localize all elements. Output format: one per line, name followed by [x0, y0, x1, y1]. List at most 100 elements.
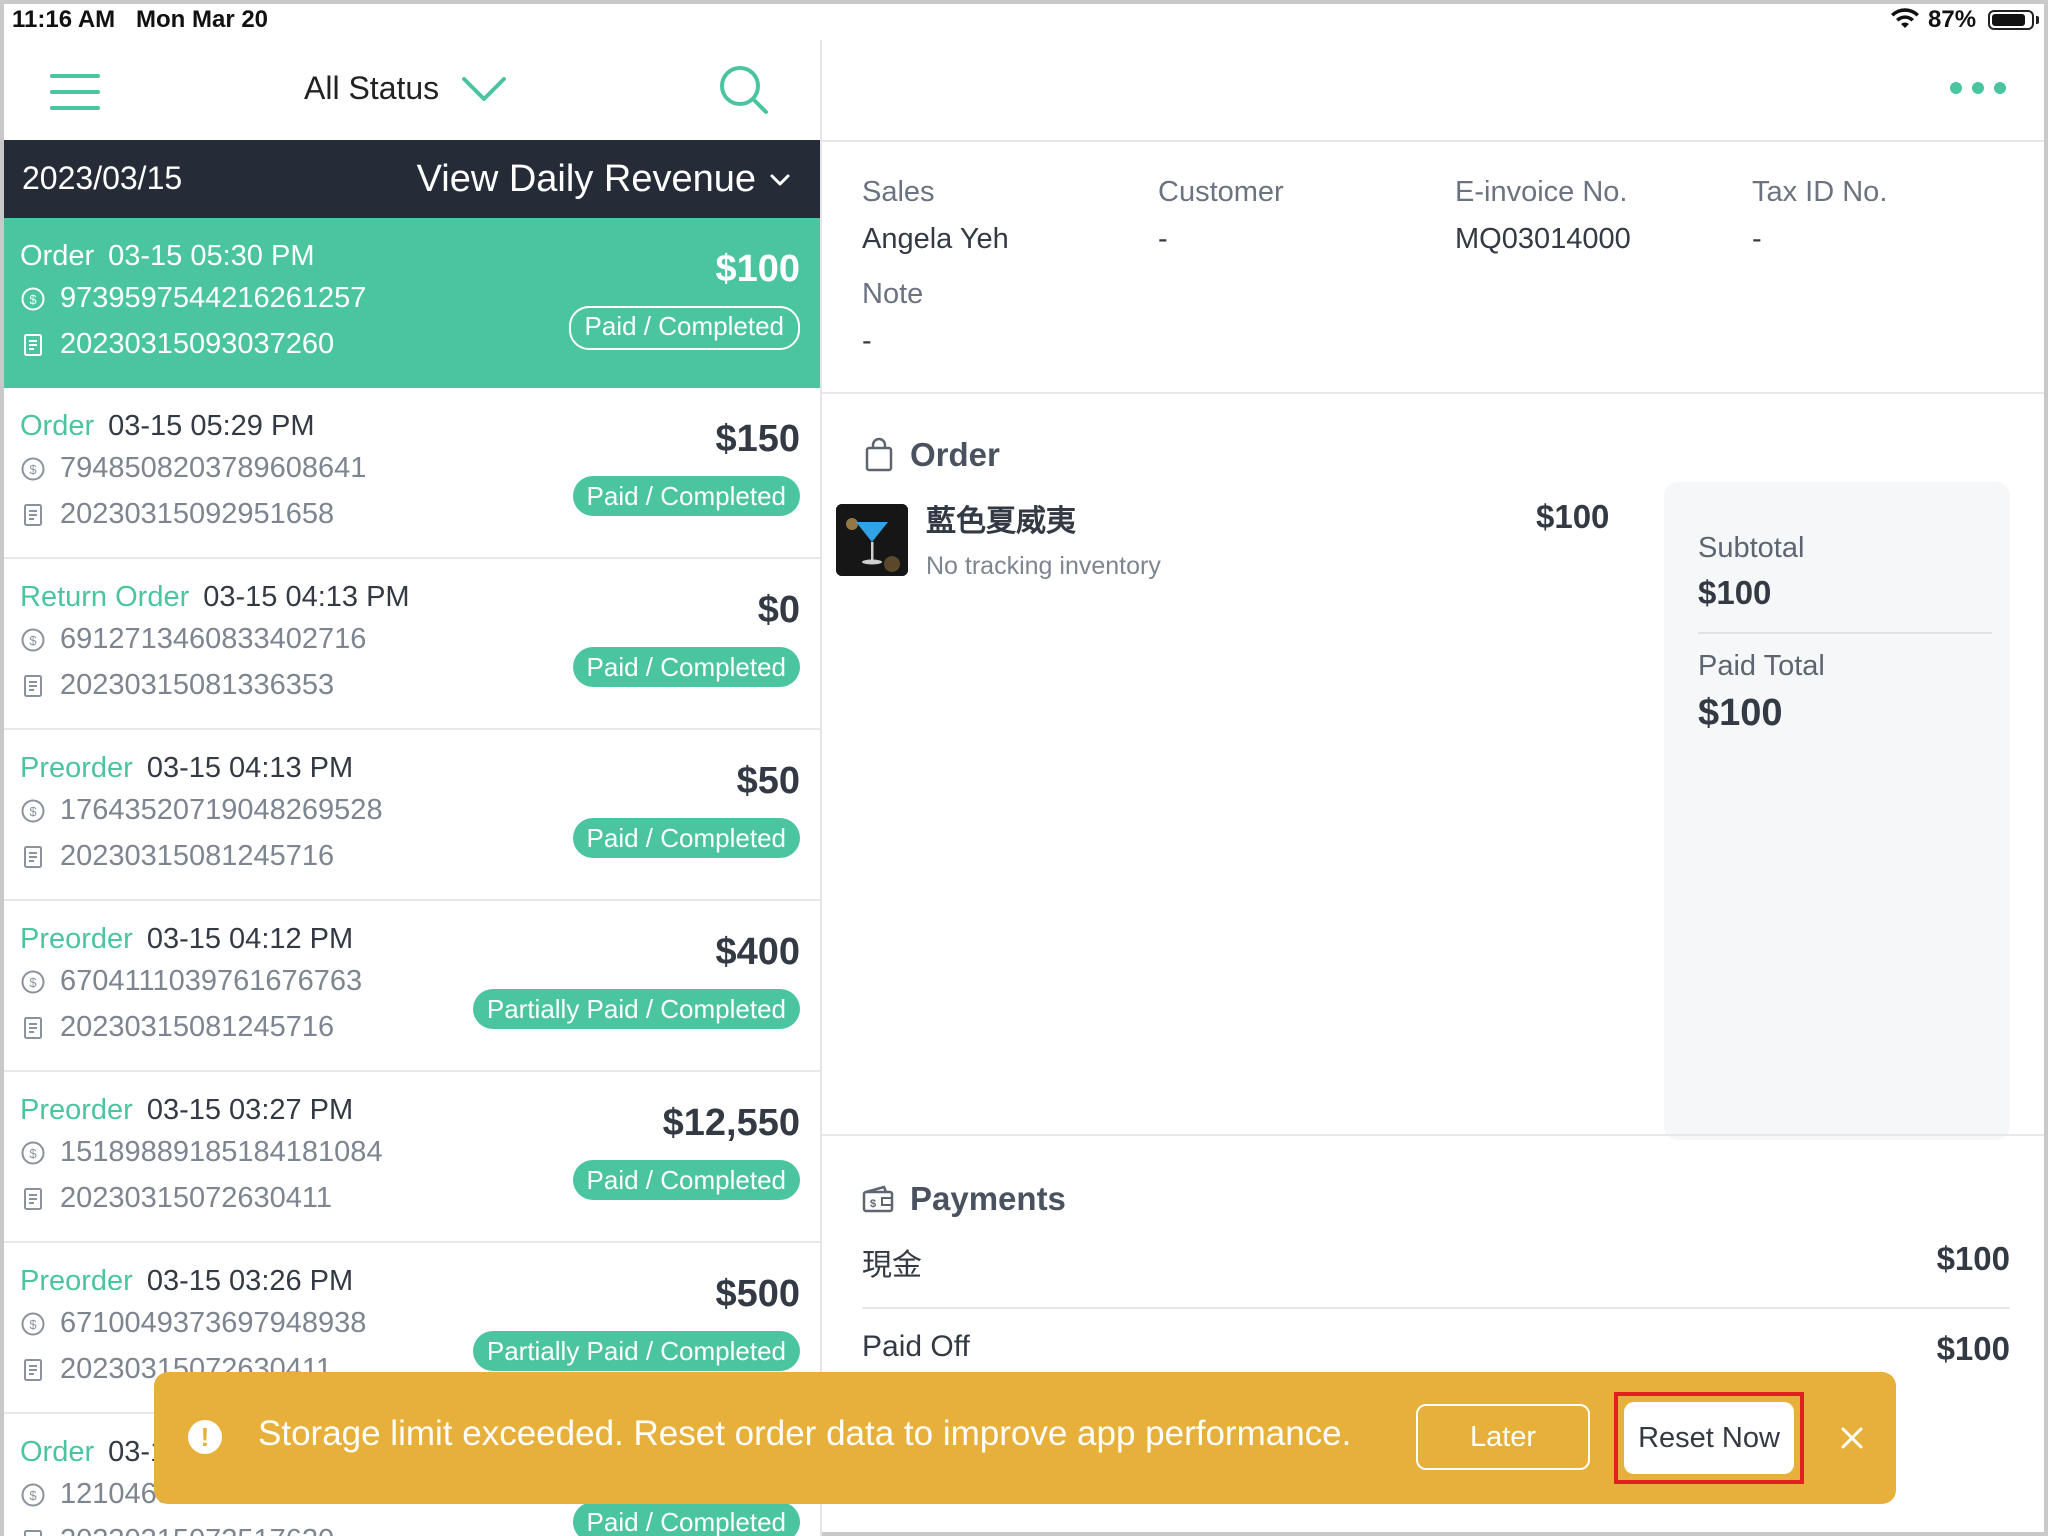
close-icon[interactable]: [1832, 1418, 1872, 1458]
reset-now-button[interactable]: Reset Now: [1624, 1402, 1794, 1474]
einvoice-label: E-invoice No.: [1455, 176, 1628, 208]
more-options-icon[interactable]: [1950, 82, 2006, 94]
order-list-item[interactable]: Preorder 03-15 04:13 PM $17643520719048269…: [4, 730, 820, 901]
order-list-item[interactable]: Order 03-15 05:29 PM $7948508203789608641 2…: [4, 388, 820, 559]
status-badge: Paid / Completed: [572, 1160, 800, 1200]
svg-text:$: $: [29, 633, 37, 648]
receipt-icon: [24, 845, 42, 868]
taxid-field: Tax ID No. -: [1752, 176, 1887, 256]
order-type: Preorder: [20, 752, 133, 784]
order-list-item[interactable]: Return Order 03-15 04:13 PM $6912713460833…: [4, 559, 820, 730]
order-amount: $500: [715, 1273, 800, 1315]
note-value: -: [862, 325, 872, 357]
receipt-number: 20230315093037260: [20, 328, 334, 361]
order-amount: $150: [715, 418, 800, 460]
einvoice-field: E-invoice No. MQ03014000: [1455, 176, 1631, 256]
status-badge: Paid / Completed: [572, 818, 800, 858]
receipt-number: 20230315092951658: [20, 498, 334, 531]
payment-row-paid-off: Paid Off $100: [862, 1330, 2010, 1367]
header-divider: [822, 140, 2044, 142]
order-title: Order 03-15 05:29 PM: [20, 410, 315, 443]
order-amount: $50: [736, 760, 800, 802]
receipt-icon: [24, 333, 42, 356]
order-amount: $0: [757, 589, 800, 631]
order-amount: $400: [715, 931, 800, 973]
order-list-item[interactable]: Preorder 03-15 04:12 PM $67041110397616767…: [4, 901, 820, 1072]
order-list-panel: All Status 2023/03/15 View Daily Revenue…: [4, 40, 822, 1536]
transaction-number-value: 1764352071904826952​8: [60, 794, 383, 826]
receipt-icon: [24, 1187, 42, 1210]
taxid-label: Tax ID No.: [1752, 176, 1888, 208]
battery-percent: 87%: [1928, 6, 1977, 33]
payments-section-label: Payments: [910, 1180, 1066, 1217]
order-list-item[interactable]: Preorder 03-15 03:27 PM $15189889185184181…: [4, 1072, 820, 1243]
transaction-number: $6704111039761676763: [20, 965, 362, 998]
status-badge: Paid / Completed: [568, 306, 800, 350]
order-time: 03-15 03:26 PM: [146, 1265, 354, 1297]
section-divider: [822, 392, 2044, 394]
subtotal-value: $100: [1698, 574, 1772, 611]
transaction-number: $1764352071904826952​8: [20, 794, 383, 827]
status-filter-dropdown[interactable]: All Status: [304, 70, 507, 107]
warning-message: Storage limit exceeded. Reset order data…: [258, 1414, 1352, 1453]
wifi-icon: [1890, 8, 1920, 35]
status-filter-label: All Status: [304, 70, 440, 106]
dollar-circle-icon: $: [21, 1141, 45, 1164]
item-name: 藍色夏威夷: [926, 505, 1076, 538]
view-daily-revenue-button[interactable]: View Daily Revenue: [417, 158, 790, 201]
transaction-number: $15189889185184181084: [20, 1136, 383, 1169]
svg-text:$: $: [870, 1198, 876, 1210]
dollar-circle-icon: $: [21, 628, 45, 651]
transaction-number-value: 6704111039761676763: [60, 965, 363, 997]
shopping-bag-icon: [865, 437, 893, 472]
einvoice-value: MQ03014000: [1455, 223, 1631, 255]
svg-text:$: $: [29, 975, 37, 990]
status-badge: Paid / Completed: [572, 1502, 800, 1536]
date-bar: 2023/03/15 View Daily Revenue: [4, 140, 820, 218]
receipt-number-value: 20230315072630411: [60, 1182, 333, 1214]
status-badge: Partially Paid / Completed: [472, 989, 800, 1029]
battery-icon: [1988, 10, 2034, 30]
payment-row-cash: 現金 $100: [862, 1240, 2010, 1284]
status-bar: 11:16 AM Mon Mar 20 87%: [0, 0, 2048, 40]
paid-off-label: Paid Off: [862, 1330, 970, 1363]
transaction-number-value: 9739597544216261257: [60, 282, 367, 314]
order-list: Order 03-15 05:30 PM $9739597544216261257 2…: [4, 218, 820, 1536]
order-title: Preorder 03-15 03:27 PM: [20, 1094, 353, 1127]
chevron-down-icon: [462, 76, 507, 101]
later-button[interactable]: Later: [1416, 1404, 1590, 1470]
receipt-number: 20230315081245716: [20, 1011, 334, 1044]
svg-text:$: $: [29, 462, 37, 477]
status-badge: Paid / Completed: [572, 476, 800, 516]
search-icon[interactable]: [718, 64, 770, 121]
wallet-icon: $: [862, 1185, 894, 1213]
transaction-number: $7948508203789608641: [20, 452, 366, 485]
sales-value: Angela Yeh: [862, 223, 1009, 255]
order-time: 03-15 03:27 PM: [146, 1094, 354, 1126]
receipt-number: 20230315072517620: [20, 1524, 334, 1536]
warning-icon: !: [188, 1420, 222, 1454]
order-type: Preorder: [20, 1265, 133, 1297]
battery-tip: [2036, 16, 2039, 24]
payments-section-title: $ Payments: [862, 1180, 1066, 1218]
receipt-number-value: 20230315081336353: [60, 669, 335, 701]
transaction-number: $9739597544216261257: [20, 282, 366, 315]
order-time: 03-15 04:13 PM: [203, 581, 410, 613]
order-summary-card: Subtotal $100 Paid Total $100: [1664, 482, 2010, 1140]
item-inventory-note: No tracking inventory: [926, 552, 1161, 580]
transaction-number-value: 7948508203789608641: [60, 452, 367, 484]
paid-total-label: Paid Total: [1698, 650, 1825, 682]
transaction-number-value: 6912713460833402716: [60, 623, 367, 655]
order-time: 03-15 04:13 PM: [146, 752, 354, 784]
svg-text:$: $: [29, 1488, 37, 1503]
customer-label: Customer: [1158, 176, 1284, 208]
transaction-number: $6912713460833402716: [20, 623, 366, 656]
transaction-number-value: 6710049373697948938: [60, 1307, 367, 1339]
order-list-item[interactable]: Order 03-15 05:30 PM $9739597544216261257 2…: [4, 218, 820, 388]
hamburger-menu-icon[interactable]: [50, 74, 100, 110]
receipt-icon: [24, 1529, 42, 1536]
order-title: Preorder 03-15 04:12 PM: [20, 923, 353, 956]
order-type: Return Order: [20, 581, 190, 613]
note-label: Note: [862, 278, 924, 310]
selected-date[interactable]: 2023/03/15: [22, 160, 182, 197]
